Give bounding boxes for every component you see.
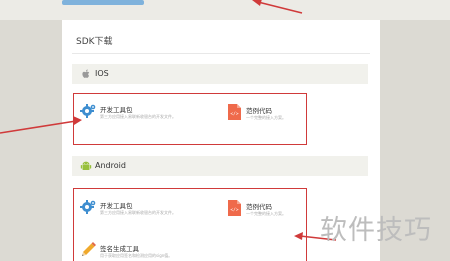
arrow-ios: [0, 120, 77, 134]
arrow-android-head: [294, 232, 303, 240]
arrow-top-head: [252, 0, 262, 6]
arrow-ios-head: [73, 116, 82, 125]
watermark-text: 软件技巧: [320, 215, 432, 246]
arrow-top: [257, 1, 303, 14]
